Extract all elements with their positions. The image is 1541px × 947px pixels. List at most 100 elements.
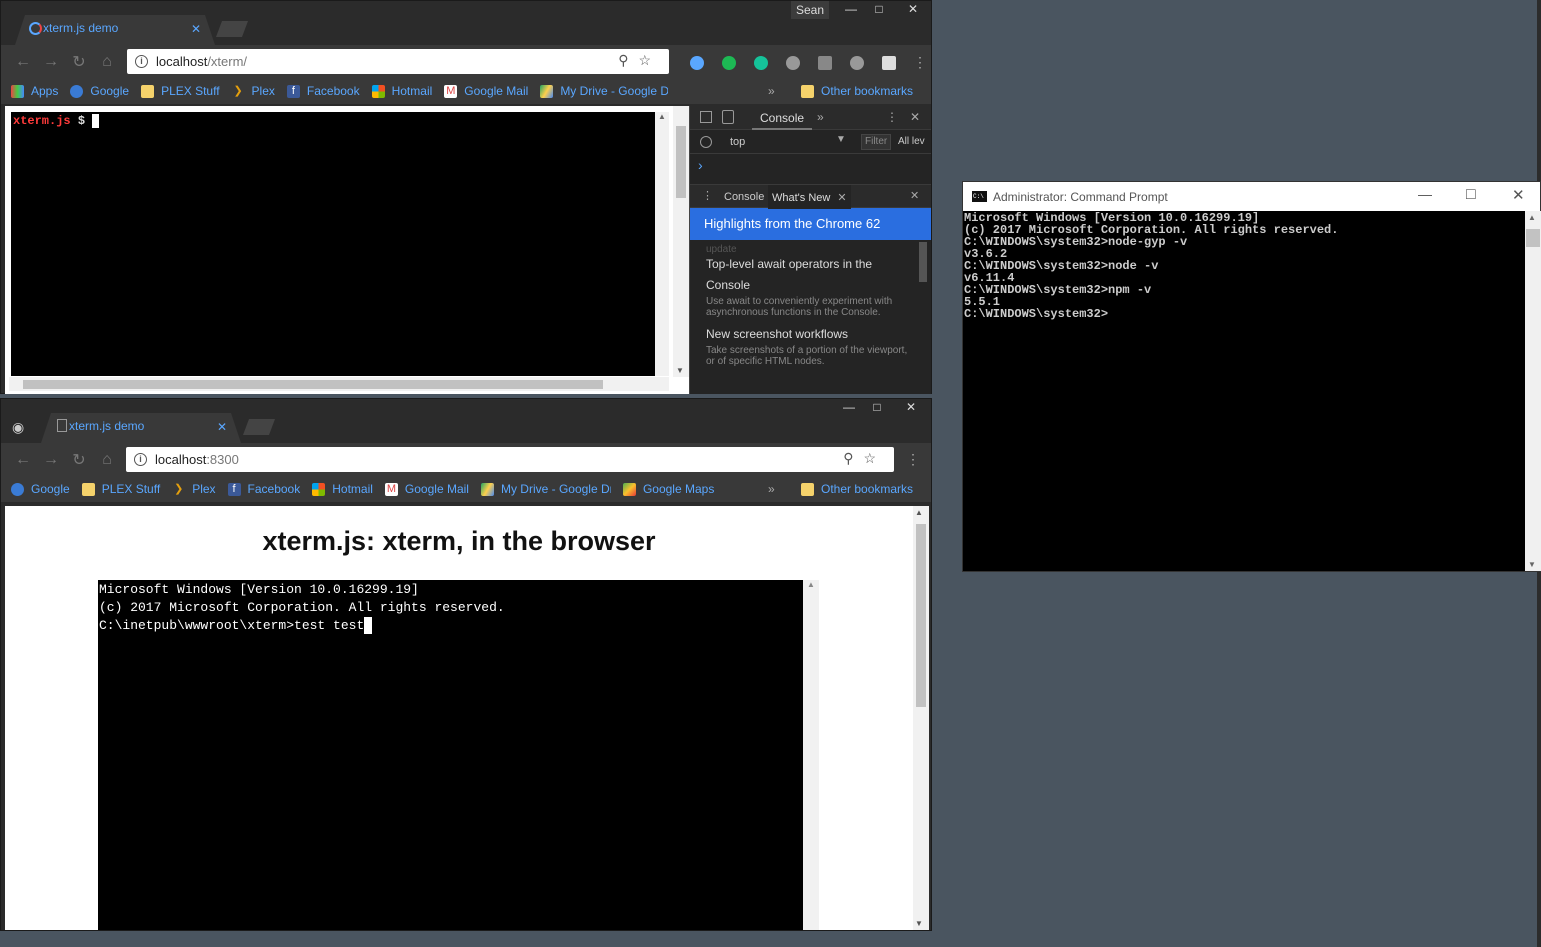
context-select[interactable]: top — [730, 136, 745, 148]
tab-xterm-demo[interactable]: xterm.js demo ✕ — [15, 15, 215, 45]
page-vertical-scrollbar[interactable]: ▼ — [673, 106, 689, 377]
bookmark-apps[interactable]: Apps — [11, 84, 58, 98]
zoom-star-icons[interactable]: ⚲☆ — [843, 450, 886, 467]
drawer-menu-icon[interactable]: ⋮ — [702, 189, 713, 202]
bookmark-other[interactable]: Other bookmarks — [801, 84, 913, 98]
bookmark-plex[interactable]: ❯ Plex — [172, 482, 215, 496]
bookmark-google-mail[interactable]: M Google Mail — [384, 482, 469, 496]
zoom-star-icons[interactable]: ⚲☆ — [618, 52, 661, 69]
drawer-tab-whats-new[interactable]: What's New ✕ — [768, 185, 851, 209]
bookmarks-overflow-icon[interactable]: » — [768, 84, 775, 98]
terminal-scrollbar[interactable]: ▲ — [803, 580, 819, 930]
minimize-button[interactable]: — — [835, 399, 863, 417]
bookmarks-bar: Google PLEX Stuff ❯ Plex f Facebook Hotmai… — [1, 476, 931, 502]
menu-kebab-icon[interactable]: ⋮ — [906, 451, 920, 468]
devtools-menu-icon[interactable]: ⋮ — [886, 110, 898, 124]
close-window-button[interactable]: ✕ — [1512, 186, 1525, 204]
context-dropdown-icon[interactable]: ▼ — [836, 134, 846, 145]
tab-title: xterm.js demo — [69, 419, 145, 433]
menu-kebab-icon[interactable]: ⋮ — [913, 54, 927, 71]
address-bar[interactable]: i localhost:8300 ⚲☆ — [126, 447, 894, 472]
extension-gray-icon[interactable] — [818, 55, 832, 70]
terminal-line: (c) 2017 Microsoft Corporation. All righ… — [99, 600, 505, 615]
bookmark-hotmail[interactable]: Hotmail — [371, 84, 432, 98]
forward-button[interactable]: → — [37, 451, 65, 469]
xterm-terminal[interactable]: Microsoft Windows [Version 10.0.16299.19… — [98, 580, 803, 930]
bookmark-hotmail[interactable]: Hotmail — [312, 482, 373, 496]
home-button[interactable]: ⌂ — [93, 451, 121, 469]
reload-button[interactable]: ↻ — [65, 52, 93, 72]
close-whats-new-icon[interactable]: ✕ — [837, 192, 846, 204]
page-title: xterm.js: xterm, in the browser — [262, 526, 656, 556]
maps-icon — [622, 482, 636, 496]
reload-button[interactable]: ↻ — [65, 450, 93, 470]
bookmark-plex-stuff[interactable]: PLEX Stuff — [141, 84, 220, 98]
console-filter-input[interactable]: Filter — [861, 134, 891, 150]
devtools-panel: Console » ⋮ ✕ top ▼ Filter All lev › ⋮ C… — [689, 106, 931, 394]
close-tab-icon[interactable]: ✕ — [191, 22, 201, 36]
bookmark-my-drive[interactable]: My Drive - Google Dr — [480, 482, 611, 496]
page-horizontal-scrollbar[interactable] — [9, 377, 669, 391]
profile-button[interactable]: Sean — [791, 1, 829, 19]
page-vertical-scrollbar[interactable]: ▲ ▼ — [913, 506, 929, 930]
whats-new-item[interactable]: Top-level await operators in the Console… — [706, 254, 911, 318]
bookmark-other[interactable]: Other bookmarks — [801, 482, 913, 496]
bookmark-plex[interactable]: ❯ Plex — [232, 84, 274, 98]
new-tab-button[interactable] — [243, 419, 275, 435]
folder-icon — [801, 84, 814, 98]
bookmark-google-maps[interactable]: Google Maps — [622, 482, 714, 496]
devtools-tab-console[interactable]: Console — [752, 106, 813, 130]
bookmark-google[interactable]: Google — [11, 482, 70, 496]
extension-drop-icon[interactable] — [690, 55, 704, 70]
whats-new-scrollbar[interactable] — [919, 242, 927, 282]
extension-folder-icon[interactable] — [882, 55, 896, 70]
close-tab-icon[interactable]: ✕ — [217, 420, 227, 434]
cmd-title-bar[interactable]: C:\ Administrator: Command Prompt — □ ✕ — [963, 182, 1540, 211]
log-levels-select[interactable]: All lev — [898, 136, 930, 147]
address-bar[interactable]: i localhost/xterm/ ⚲☆ — [127, 49, 669, 74]
cmd-scrollbar[interactable]: ▲ ▼ — [1525, 211, 1541, 571]
bookmark-my-drive[interactable]: My Drive - Google Dr — [540, 84, 668, 98]
drawer-tab-console[interactable]: Console — [724, 191, 764, 203]
drive-extension-icon[interactable] — [786, 55, 800, 70]
new-tab-button[interactable] — [216, 21, 248, 37]
device-toolbar-icon[interactable] — [722, 110, 734, 124]
xterm-terminal[interactable]: xterm.js $ — [11, 112, 655, 376]
maximize-button[interactable]: □ — [1466, 186, 1476, 204]
folder-icon — [141, 84, 155, 98]
grammarly-icon[interactable] — [754, 55, 768, 70]
cmd-console-output[interactable]: Microsoft Windows [Version 10.0.16299.19… — [963, 211, 1540, 320]
bookmark-plex-stuff[interactable]: PLEX Stuff — [81, 482, 160, 496]
console-line: C:\WINDOWS\system32> — [964, 307, 1109, 321]
whats-new-item[interactable]: New screenshot workflows Take screenshot… — [706, 324, 911, 367]
bookmark-facebook[interactable]: f Facebook — [286, 84, 360, 98]
prompt-name: xterm.js — [13, 114, 71, 128]
bookmark-google-mail[interactable]: M Google Mail — [444, 84, 528, 98]
bookmark-facebook[interactable]: f Facebook — [227, 482, 300, 496]
devtools-more-tabs-icon[interactable]: » — [817, 110, 824, 124]
incognito-icon: ◉ — [12, 419, 25, 435]
tab-xterm-demo[interactable]: xterm.js demo ✕ — [41, 413, 241, 443]
extension-green-icon[interactable] — [722, 55, 736, 70]
back-button[interactable]: ← — [9, 451, 37, 469]
drawer-close-icon[interactable]: ✕ — [910, 189, 919, 202]
tab-title: xterm.js demo — [43, 21, 119, 35]
bookmarks-overflow-icon[interactable]: » — [768, 482, 775, 496]
maximize-button[interactable]: □ — [863, 399, 891, 417]
close-window-button[interactable]: ✕ — [893, 1, 933, 19]
home-button[interactable]: ⌂ — [93, 53, 121, 71]
maximize-button[interactable]: □ — [865, 1, 893, 19]
console-prompt[interactable]: › — [690, 154, 931, 184]
minimize-button[interactable]: — — [1418, 186, 1432, 202]
clear-console-icon[interactable] — [700, 136, 712, 148]
inspect-element-icon[interactable] — [700, 111, 712, 123]
minimize-button[interactable]: — — [837, 1, 865, 19]
back-button[interactable]: ← — [9, 53, 37, 71]
close-window-button[interactable]: ✕ — [891, 399, 931, 417]
bookmark-google[interactable]: Google — [70, 84, 129, 98]
devtools-close-icon[interactable]: ✕ — [910, 110, 920, 124]
extension-circle-icon[interactable] — [850, 55, 864, 70]
forward-button[interactable]: → — [37, 53, 65, 71]
google-icon — [11, 482, 24, 496]
terminal-vertical-scrollbar[interactable]: ▲ — [655, 112, 669, 376]
